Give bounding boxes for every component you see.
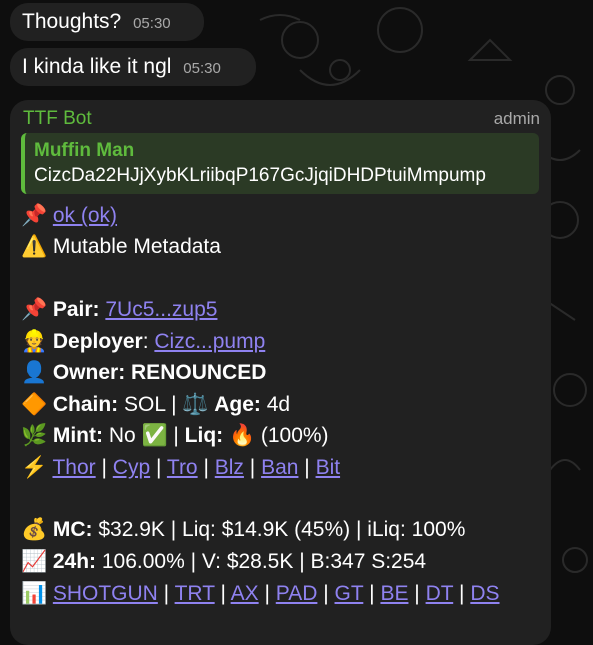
pushpin-icon: 📌 bbox=[21, 204, 48, 227]
age-value: 4d bbox=[266, 393, 291, 416]
link-pad[interactable]: PAD bbox=[276, 582, 318, 605]
h24-value: 106.00% bbox=[101, 550, 185, 573]
quote-title: Muffin Man bbox=[34, 140, 135, 161]
link-ds[interactable]: DS bbox=[470, 582, 499, 605]
mint-label: Mint: bbox=[52, 424, 103, 447]
lightning-icon: ⚡ bbox=[21, 456, 48, 479]
liq-value: (100%) bbox=[260, 424, 329, 447]
iliq-label: iLiq: bbox=[367, 518, 406, 541]
admin-badge: admin bbox=[493, 109, 540, 128]
age-label: Age: bbox=[214, 393, 261, 416]
fire-icon: 🔥 bbox=[229, 424, 256, 447]
link-bit[interactable]: Bit bbox=[316, 456, 341, 479]
volume-value: $28.5K bbox=[226, 550, 294, 573]
link-dt[interactable]: DT bbox=[426, 582, 454, 605]
bar-chart-icon: 📊 bbox=[21, 582, 48, 605]
info-line-deployer: 👷 Deployer: Cizc...pump bbox=[21, 328, 265, 356]
pair-label: Pair: bbox=[52, 298, 100, 321]
link-gt[interactable]: GT bbox=[335, 582, 364, 605]
liq-label: Liq: bbox=[184, 424, 224, 447]
check-icon: ✅ bbox=[141, 424, 168, 447]
h24-label: 24h: bbox=[52, 550, 97, 573]
info-line-24h: 📈 24h: 106.00% | V: $28.5K | B:347 S:254 bbox=[21, 548, 426, 576]
iliq-value: 100% bbox=[411, 518, 466, 541]
mc-liq-label: Liq: bbox=[182, 518, 216, 541]
sender-name[interactable]: TTF Bot bbox=[23, 108, 92, 130]
link-cyp[interactable]: Cyp bbox=[113, 456, 150, 479]
pair-link[interactable]: 7Uc5...zup5 bbox=[105, 298, 217, 321]
message-bubble: Thoughts? 05:30 bbox=[10, 3, 204, 41]
herb-icon: 🌿 bbox=[21, 424, 48, 447]
message-time: 05:30 bbox=[133, 15, 171, 32]
owner-text: Owner: RENOUNCED bbox=[52, 361, 267, 384]
scale-icon: ⚖️ bbox=[182, 393, 209, 416]
mint-value: No bbox=[108, 424, 136, 447]
info-line-mutable: ⚠️ Mutable Metadata bbox=[21, 233, 221, 261]
link-be[interactable]: BE bbox=[380, 582, 408, 605]
mc-liq-value: $14.9K (45%) bbox=[221, 518, 351, 541]
deployer-icon: 👷 bbox=[21, 330, 48, 353]
link-tro[interactable]: Tro bbox=[167, 456, 198, 479]
link-blz[interactable]: Blz bbox=[215, 456, 244, 479]
info-line-mint: 🌿 Mint: No ✅ | Liq: 🔥 (100%) bbox=[21, 422, 329, 450]
info-line-ok: 📌 ok (ok) bbox=[21, 202, 117, 230]
warning-icon: ⚠️ bbox=[21, 235, 48, 258]
link-ax[interactable]: AX bbox=[231, 582, 259, 605]
diamond-icon: 🔶 bbox=[21, 393, 48, 416]
message-bubble: I kinda like it ngl 05:30 bbox=[10, 48, 256, 86]
chart-up-icon: 📈 bbox=[21, 550, 48, 573]
moneybag-icon: 💰 bbox=[21, 518, 48, 541]
pushpin-icon: 📌 bbox=[21, 298, 48, 321]
info-line-chain: 🔶 Chain: SOL | ⚖️ Age: 4d bbox=[21, 391, 290, 419]
info-line-owner: 👤 Owner: RENOUNCED bbox=[21, 359, 266, 387]
owner-icon: 👤 bbox=[21, 361, 48, 384]
mutable-metadata: Mutable Metadata bbox=[52, 235, 221, 258]
info-line-links: ⚡ Thor | Cyp | Tro | Blz | Ban | Bit bbox=[21, 454, 340, 482]
info-line-pair: 📌 Pair: 7Uc5...zup5 bbox=[21, 296, 217, 324]
link-thor[interactable]: Thor bbox=[52, 456, 95, 479]
reply-quote[interactable]: Muffin Man CizcDa22HJjXybKLriibqP167GcJj… bbox=[21, 133, 539, 194]
quote-text: CizcDa22HJjXybKLriibqP167GcJjqiDHDPtuiMm… bbox=[34, 165, 486, 186]
info-line-mc: 💰 MC: $32.9K | Liq: $14.9K (45%) | iLiq:… bbox=[21, 516, 465, 544]
info-line-trade-links: 📊 SHOTGUN | TRT | AX | PAD | GT | BE | D… bbox=[21, 580, 500, 608]
message-time: 05:30 bbox=[183, 60, 221, 77]
message-text: I kinda like it ngl bbox=[22, 55, 172, 78]
deployer-label: Deployer bbox=[52, 330, 143, 353]
message-text: Thoughts? bbox=[22, 10, 122, 33]
link-ban[interactable]: Ban bbox=[261, 456, 298, 479]
ok-link[interactable]: ok (ok) bbox=[53, 204, 117, 227]
link-shotgun[interactable]: SHOTGUN bbox=[53, 582, 158, 605]
mc-value: $32.9K bbox=[98, 518, 165, 541]
chain-value: SOL bbox=[124, 393, 166, 416]
volume-label: V: bbox=[201, 550, 221, 573]
buys-sells: B:347 S:254 bbox=[310, 550, 427, 573]
link-trt[interactable]: TRT bbox=[175, 582, 215, 605]
chain-label: Chain: bbox=[52, 393, 119, 416]
deployer-link[interactable]: Cizc...pump bbox=[154, 330, 265, 353]
mc-label: MC: bbox=[52, 518, 93, 541]
